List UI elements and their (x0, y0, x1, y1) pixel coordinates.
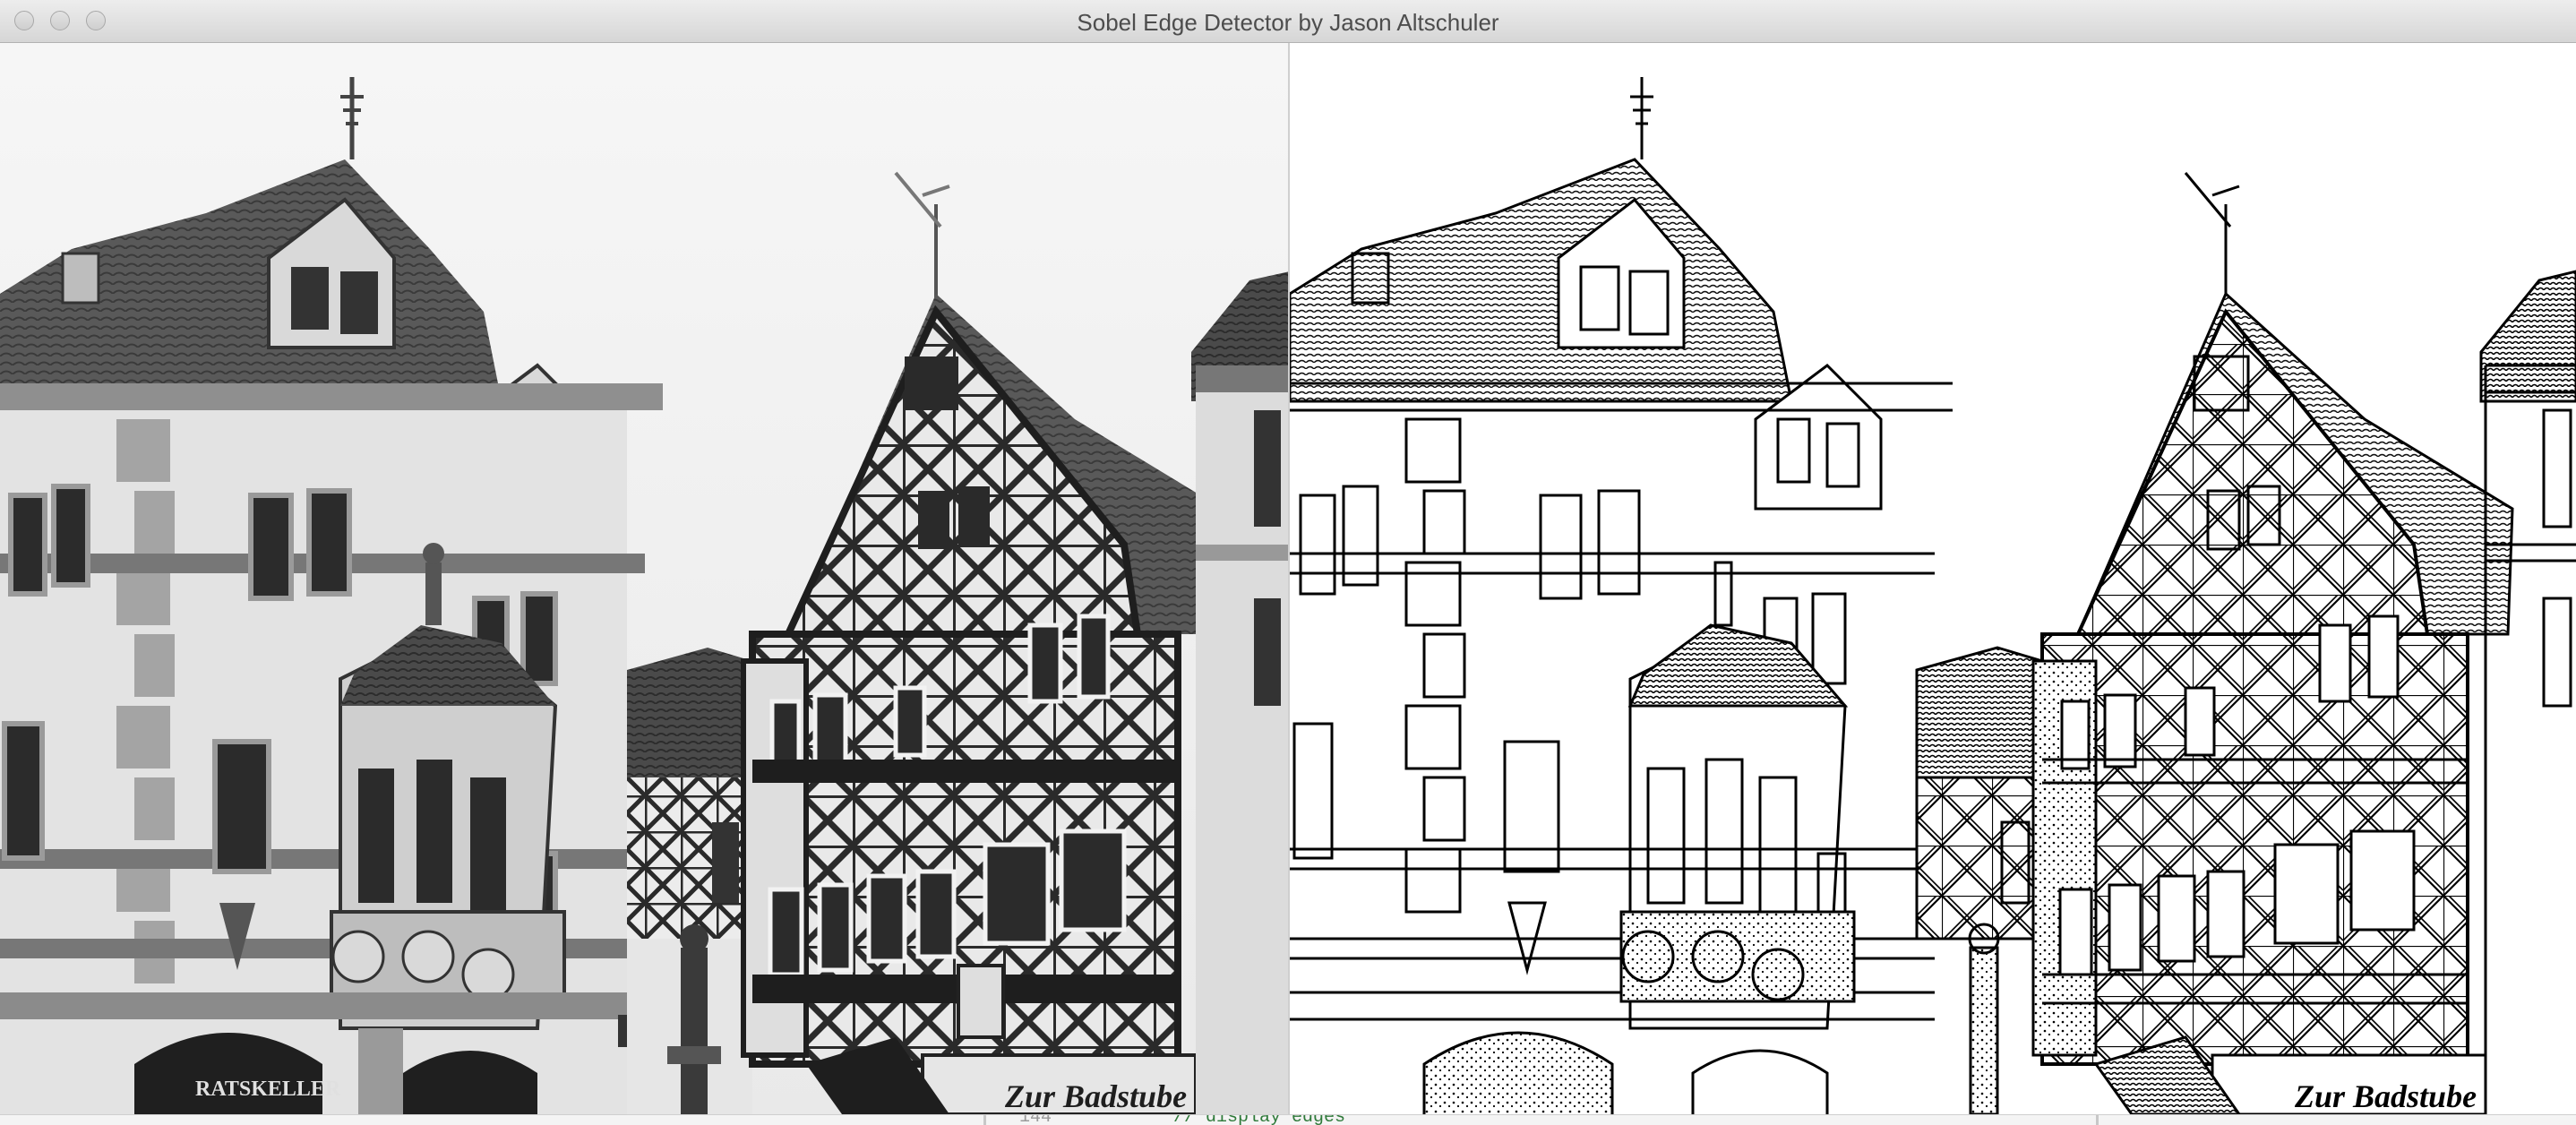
gutter-marker (2096, 1115, 2099, 1125)
app-window: Sobel Edge Detector by Jason Altschuler (0, 0, 2576, 1125)
original-image-pane: RATSKELLER Zur Badstube (0, 43, 1290, 1114)
window-title: Sobel Edge Detector by Jason Altschuler (1077, 9, 1499, 36)
code-comment: // display edges (1173, 1114, 1346, 1125)
gutter-marker (983, 1115, 986, 1125)
background-editor-strip: 144 // display edges (0, 1114, 2576, 1125)
zur-badstube-sign-edges: Zur Badstube (2294, 1078, 2477, 1114)
edge-detection-output: Zur Badstube (1290, 43, 2576, 1114)
line-number: 144 (1019, 1114, 1052, 1125)
pane-divider (1288, 43, 1290, 1114)
title-bar[interactable]: Sobel Edge Detector by Jason Altschuler (0, 0, 2576, 43)
middle-building (627, 648, 752, 1114)
right-building (1191, 271, 1290, 1114)
zur-badstube-sign: Zur Badstube (1004, 1078, 1187, 1114)
ratskeller-sign: RATSKELLER (195, 1078, 341, 1101)
original-photo: RATSKELLER Zur Badstube (0, 43, 1290, 1114)
edge-detection-pane: Zur Badstube (1290, 43, 2576, 1114)
